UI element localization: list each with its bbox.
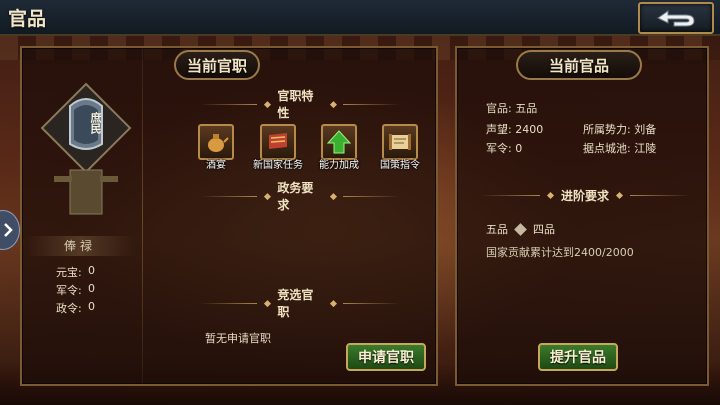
feature-ability-bonus[interactable]: 能力加成 [313,124,365,171]
feature-national-task[interactable]: 新国家任务 [252,124,304,171]
current-rank-panel [455,46,709,386]
teapot-icon [208,134,229,152]
advance-title: 进阶要求 [561,188,610,203]
election-section-title: 竞选官职 [200,288,400,319]
feature-policy-order[interactable]: 国策指令 [374,124,426,171]
to-rank: 四品 [533,223,555,236]
return-arrow-icon [657,10,695,27]
city-info: 据点城池: 江陵 [583,140,656,156]
orders-info: 军令: 0 [486,140,522,156]
requirement-text: 国家贡献累计达到2400/2000 [486,246,634,259]
feature-label: 国策指令 [380,160,420,171]
feature-label: 能力加成 [319,160,359,171]
orders-value: 0 [515,142,523,155]
election-title: 竞选官职 [277,288,314,319]
current-rank-header: 当前官品 [516,50,642,80]
stipend-value: 0 [88,264,95,277]
chevron-right-icon [4,223,13,237]
flag-scroll-icon [269,133,287,149]
prestige-label: 声望: [486,123,512,136]
from-rank: 五品 [486,223,508,236]
promote-rank-button[interactable]: 提升官品 [538,343,618,371]
city-value: 江陵 [634,142,657,155]
stipend-value: 0 [88,300,95,313]
city-label: 据点城池: [583,142,631,155]
page-title: 官品 [8,8,47,30]
features-title: 官职特性 [277,89,314,120]
stipend-title: 俸禄 [26,236,134,256]
rank-value: 五品 [515,102,538,115]
advance-section-title: 进阶要求 [480,186,691,204]
prestige-info: 声望: 2400 [486,121,543,137]
arrow-icon [514,222,527,236]
current-office-header: 当前官职 [174,50,260,80]
affairs-title: 政务要求 [277,181,314,212]
rank-info: 官品: 五品 [486,100,537,116]
panel-divider [142,48,143,384]
feature-banquet[interactable]: 酒宴 [190,124,242,171]
scroll-icon [389,134,411,150]
stipend-label: 军令: [56,284,82,297]
back-button[interactable] [638,2,714,34]
green-arrow-up-icon [326,130,352,154]
feature-label: 酒宴 [206,160,226,171]
stipend-label: 元宝: [56,266,82,279]
orders-label: 军令: [486,142,512,155]
prestige-value: 2400 [515,123,544,136]
feature-label: 新国家任务 [253,160,303,171]
no-application-text: 暂无申请官职 [205,332,271,345]
top-bar: 官品 [0,0,720,36]
stipend-label: 政令: [56,302,82,315]
stipend-row-political: 政令: 0 [56,300,95,316]
apply-office-button[interactable]: 申请官职 [346,343,426,371]
faction-info: 所属势力: 刘备 [583,121,656,137]
rank-emblem-icon [40,82,132,215]
rank-label: 官品: [486,102,512,115]
stipend-row-yuanbao: 元宝: 0 [56,264,95,280]
faction-value: 刘备 [634,123,657,136]
stipend-value: 0 [88,282,95,295]
promotion-path: 五品 四品 [486,221,555,237]
stipend-row-military: 军令: 0 [56,282,95,298]
features-section-title: 官职特性 [200,89,400,120]
faction-label: 所属势力: [583,123,631,136]
rank-badge [40,80,132,220]
affairs-section-title: 政务要求 [200,181,400,212]
rank-badge-label: 庶民 [89,112,102,134]
